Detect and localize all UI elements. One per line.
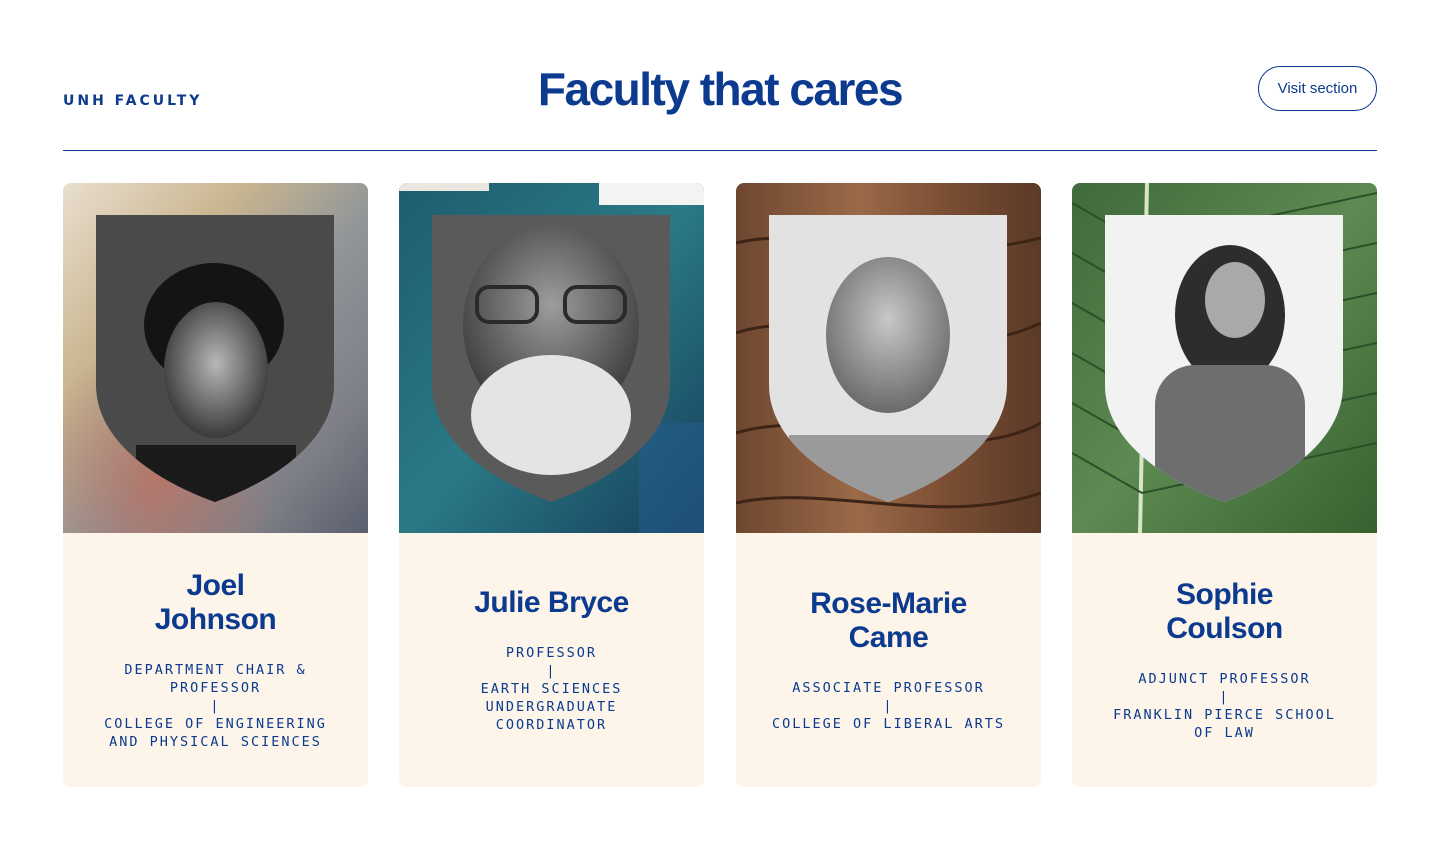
visit-section-button[interactable]: Visit section (1258, 66, 1377, 111)
faculty-photo-frosted-glass (63, 183, 368, 533)
faculty-role: ASSOCIATE PROFESSOR | COLLEGE OF LIBERAL… (772, 680, 1005, 732)
faculty-role: DEPARTMENT CHAIR & PROFESSOR | COLLEGE O… (104, 662, 327, 750)
faculty-photo-teal-paint (399, 183, 704, 533)
portrait-shield (432, 215, 670, 502)
faculty-card-julie-bryce[interactable]: Julie Bryce PROFESSOR | EARTH SCIENCES U… (399, 183, 704, 787)
divider (63, 150, 1377, 151)
faculty-name: Rose-Marie Came (810, 587, 967, 654)
faculty-name: Sophie Coulson (1166, 578, 1283, 645)
portrait-shield (769, 215, 1007, 502)
portrait-shield (1105, 215, 1343, 502)
faculty-name: Julie Bryce (474, 586, 629, 619)
faculty-photo-green-leaf (1072, 183, 1377, 533)
faculty-role: PROFESSOR | EARTH SCIENCES UNDERGRADUATE… (480, 645, 623, 733)
faculty-role: ADJUNCT PROFESSOR | FRANKLIN PIERCE SCHO… (1113, 671, 1336, 741)
faculty-photo-wood-grain (736, 183, 1041, 533)
section-title: Faculty that cares (537, 63, 904, 115)
faculty-card-rose-marie-came[interactable]: Rose-Marie Came ASSOCIATE PROFESSOR | CO… (736, 183, 1041, 787)
portrait-shield (96, 215, 334, 502)
faculty-card-sophie-coulson[interactable]: Sophie Coulson ADJUNCT PROFESSOR | FRANK… (1072, 183, 1377, 787)
faculty-name: Joel Johnson (154, 569, 277, 636)
faculty-card-joel-johnson[interactable]: Joel Johnson DEPARTMENT CHAIR & PROFESSO… (63, 183, 368, 787)
